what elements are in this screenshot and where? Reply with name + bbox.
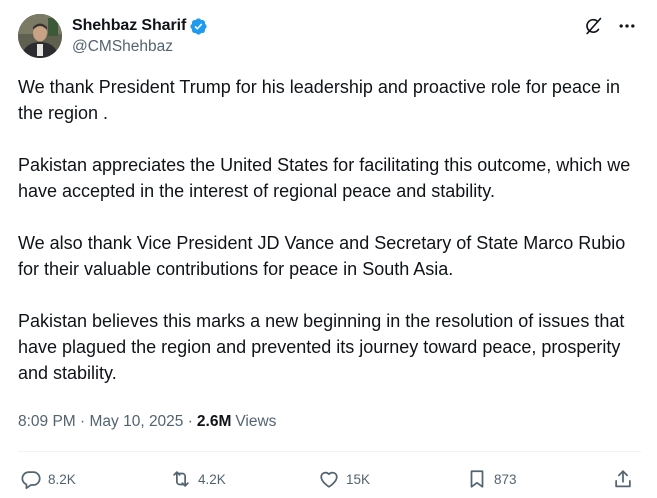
author-name-row: Shehbaz Sharif <box>72 15 208 37</box>
share-icon <box>612 468 634 490</box>
reply-icon <box>20 468 42 490</box>
share-button[interactable] <box>612 466 634 492</box>
repost-count: 4.2K <box>198 471 226 487</box>
repost-button[interactable]: 4.2K <box>170 466 226 492</box>
grok-icon[interactable] <box>581 14 605 38</box>
divider <box>18 451 641 452</box>
tweet-paragraph: We thank President Trump for his leaders… <box>18 77 620 123</box>
tweet-top-actions <box>581 14 639 38</box>
views-label: Views <box>235 413 277 430</box>
author-handle[interactable]: @CMShehbaz <box>72 38 173 56</box>
bookmark-count: 873 <box>494 471 517 487</box>
like-count: 15K <box>346 471 371 487</box>
bookmark-icon <box>466 468 488 490</box>
like-icon <box>318 468 340 490</box>
tweet-action-bar: 8.2K 4.2K 15K 873 <box>20 466 638 492</box>
avatar[interactable] <box>18 14 62 58</box>
reply-button[interactable]: 8.2K <box>20 466 76 492</box>
tweet-timestamp[interactable]: 8:09 PM · May 10, 2025 · <box>18 413 193 431</box>
tweet-paragraph: We also thank Vice President JD Vance an… <box>18 233 626 279</box>
verified-badge-icon <box>189 17 208 36</box>
tweet-paragraph: Pakistan appreciates the United States f… <box>18 155 631 201</box>
tweet-meta: 8:09 PM · May 10, 2025 · 2.6M Views <box>18 411 276 433</box>
like-button[interactable]: 15K <box>318 466 370 492</box>
bookmark-button[interactable]: 873 <box>466 466 517 492</box>
tweet-text: We thank President Trump for his leaders… <box>18 74 648 386</box>
views-count: 2.6M <box>196 413 232 430</box>
tweet-paragraph: Pakistan believes this marks a new begin… <box>18 311 625 383</box>
tweet: Shehbaz Sharif @CMShehbaz We thank Presi… <box>0 0 657 498</box>
author-display-name[interactable]: Shehbaz Sharif <box>72 17 186 35</box>
repost-icon <box>170 468 192 490</box>
more-icon[interactable] <box>615 14 639 38</box>
reply-count: 8.2K <box>48 471 76 487</box>
